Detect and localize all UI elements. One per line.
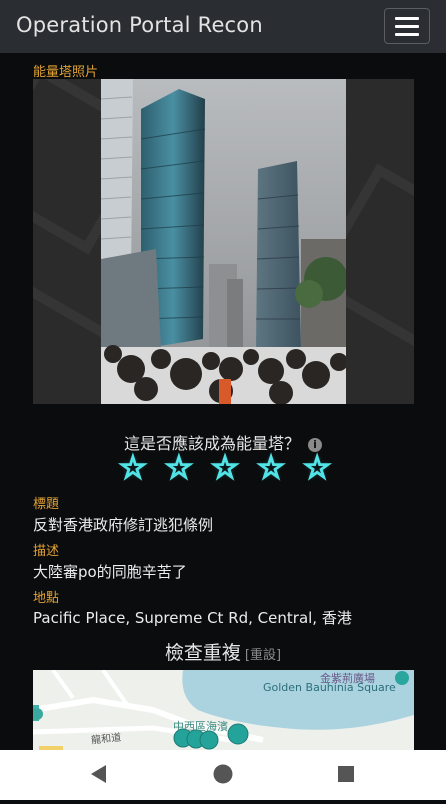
star-rating[interactable]: ☆ ☆ ☆ ☆ ☆ [118,450,332,486]
duplicates-heading: 檢查重複 [重設] [0,638,446,665]
portal-photo-frame [33,79,414,404]
description-label: 描述 [33,544,60,559]
portal-photo-image [101,79,346,404]
recents-square-icon [338,766,354,782]
portal-photo[interactable] [101,79,346,404]
star-5[interactable]: ☆ [302,450,332,486]
photo-section-label: 能量塔照片 [33,65,99,80]
star-3[interactable]: ☆ [210,450,240,486]
title-label: 標題 [33,497,60,512]
location-value: Pacific Place, Supreme Ct Rd, Central, 香… [33,609,352,627]
location-label: 地點 [33,591,60,606]
map-road-label: 龍和道 [90,732,122,747]
back-triangle-icon [91,765,106,783]
top-navbar: Operation Portal Recon [0,0,446,53]
hamburger-icon-bar [395,16,419,20]
app-title[interactable]: Operation Portal Recon [16,13,263,37]
star-4[interactable]: ☆ [256,450,286,486]
reset-duplicates-link[interactable]: [重設] [245,648,281,663]
hamburger-icon-bar [395,24,419,28]
duplicates-map[interactable]: 金紫荊廣場 Golden Bauhinia Square 中西區海濱 龍和道 [33,670,414,750]
title-value: 反對香港政府修訂逃犯條例 [33,516,214,534]
home-circle-icon [213,764,233,784]
map-district-label: 中西區海濱 [173,720,228,733]
hamburger-menu-button[interactable] [384,8,430,44]
star-1[interactable]: ☆ [118,450,148,486]
android-nav-bar [0,750,446,800]
star-2[interactable]: ☆ [164,450,194,486]
description-value: 大陸審po的同胞辛苦了 [33,563,187,581]
duplicates-title: 檢查重複 [164,642,241,664]
map-label-en: Golden Bauhinia Square [263,681,396,694]
hamburger-icon-bar [395,32,419,36]
android-nav-icons [91,764,354,784]
